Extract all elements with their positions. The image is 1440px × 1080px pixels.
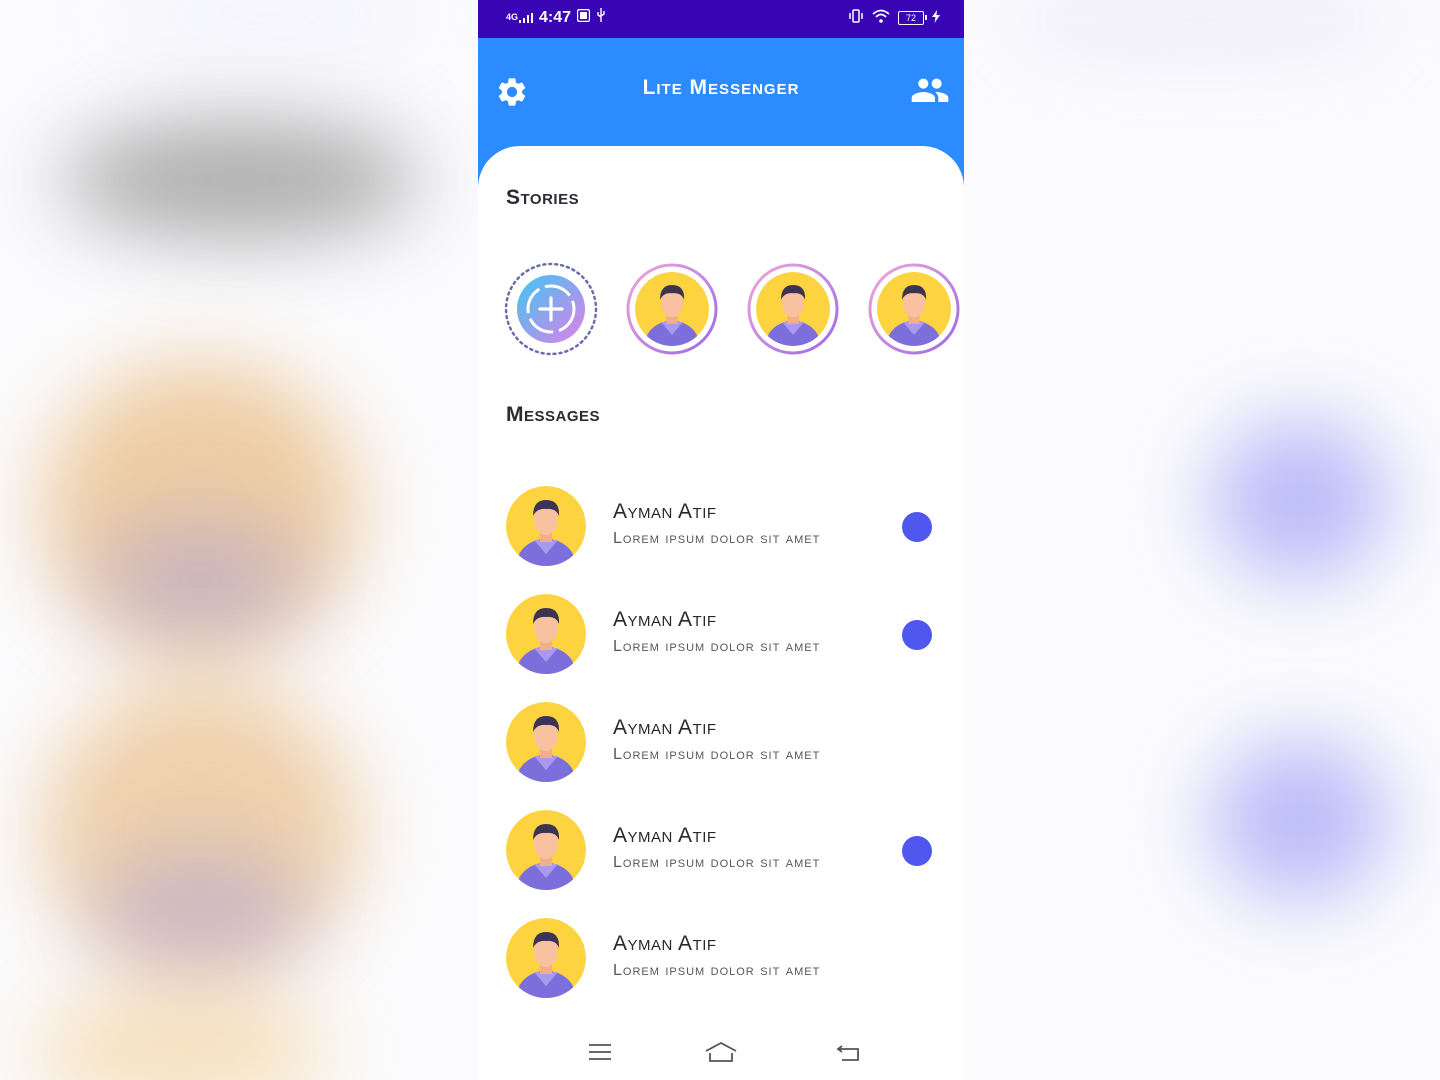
message-row[interactable]: Ayman Atif Lorem ipsum dolor sit amet xyxy=(506,806,936,914)
stories-row xyxy=(504,262,964,358)
story-item[interactable] xyxy=(746,262,840,356)
phone-screen: 4G 4:47 72 Lite Messenger Stories Messag… xyxy=(478,0,964,1080)
message-row[interactable]: Ayman Atif Lorem ipsum dolor sit amet xyxy=(506,698,936,806)
stories-heading: Stories xyxy=(506,186,580,209)
vibrate-icon xyxy=(848,9,864,26)
person-avatar xyxy=(506,486,586,566)
people-icon xyxy=(911,78,949,102)
message-preview: Lorem ipsum dolor sit amet xyxy=(613,854,821,871)
person-avatar xyxy=(506,918,586,998)
contact-name: Ayman Atif xyxy=(613,932,717,955)
message-row[interactable]: Ayman Atif Lorem ipsum dolor sit amet xyxy=(506,482,936,590)
app-bar: Lite Messenger xyxy=(478,38,964,146)
message-row[interactable]: Ayman Atif Lorem ipsum dolor sit amet xyxy=(506,914,936,1022)
message-preview: Lorem ipsum dolor sit amet xyxy=(613,638,821,655)
story-item[interactable] xyxy=(625,262,719,356)
person-avatar xyxy=(506,702,586,782)
contact-name: Ayman Atif xyxy=(613,824,717,847)
home-icon xyxy=(705,1042,737,1062)
notification-icon xyxy=(576,8,591,27)
add-story-icon xyxy=(504,262,598,356)
content-sheet: Stories Messages Ayman Atif Lorem ipsum … xyxy=(478,146,964,1080)
wifi-icon xyxy=(872,9,890,26)
contact-name: Ayman Atif xyxy=(613,608,717,631)
unread-indicator xyxy=(902,836,932,866)
person-avatar xyxy=(506,810,586,890)
app-title: Lite Messenger xyxy=(642,76,800,99)
contact-name: Ayman Atif xyxy=(613,500,717,523)
story-item[interactable] xyxy=(867,262,961,356)
person-avatar xyxy=(756,272,830,346)
charging-icon xyxy=(932,9,940,26)
person-avatar xyxy=(877,272,951,346)
message-row[interactable]: Ayman Atif Lorem ipsum dolor sit amet xyxy=(506,590,936,698)
messages-list: Ayman Atif Lorem ipsum dolor sit amet Ayma… xyxy=(506,482,936,1022)
back-button[interactable] xyxy=(828,1038,868,1066)
message-preview: Lorem ipsum dolor sit amet xyxy=(613,746,821,763)
back-icon xyxy=(836,1045,859,1061)
battery-icon: 72 xyxy=(898,10,927,25)
unread-indicator xyxy=(902,620,932,650)
messages-heading: Messages xyxy=(506,403,601,426)
status-bar: 4G 4:47 72 xyxy=(478,0,964,38)
clock: 4:47 xyxy=(539,8,572,26)
person-avatar xyxy=(506,594,586,674)
menu-icon xyxy=(589,1044,611,1060)
contact-name: Ayman Atif xyxy=(613,716,717,739)
signal-icon: 4G xyxy=(506,12,534,23)
home-button[interactable] xyxy=(701,1038,741,1066)
contacts-button[interactable] xyxy=(910,74,950,110)
recent-apps-button[interactable] xyxy=(580,1038,620,1066)
navigation-bar xyxy=(478,1026,964,1080)
message-preview: Lorem ipsum dolor sit amet xyxy=(613,962,821,979)
message-preview: Lorem ipsum dolor sit amet xyxy=(613,530,821,547)
add-story-button[interactable] xyxy=(504,262,598,356)
unread-indicator xyxy=(902,512,932,542)
person-avatar xyxy=(635,272,709,346)
usb-icon xyxy=(596,8,606,27)
